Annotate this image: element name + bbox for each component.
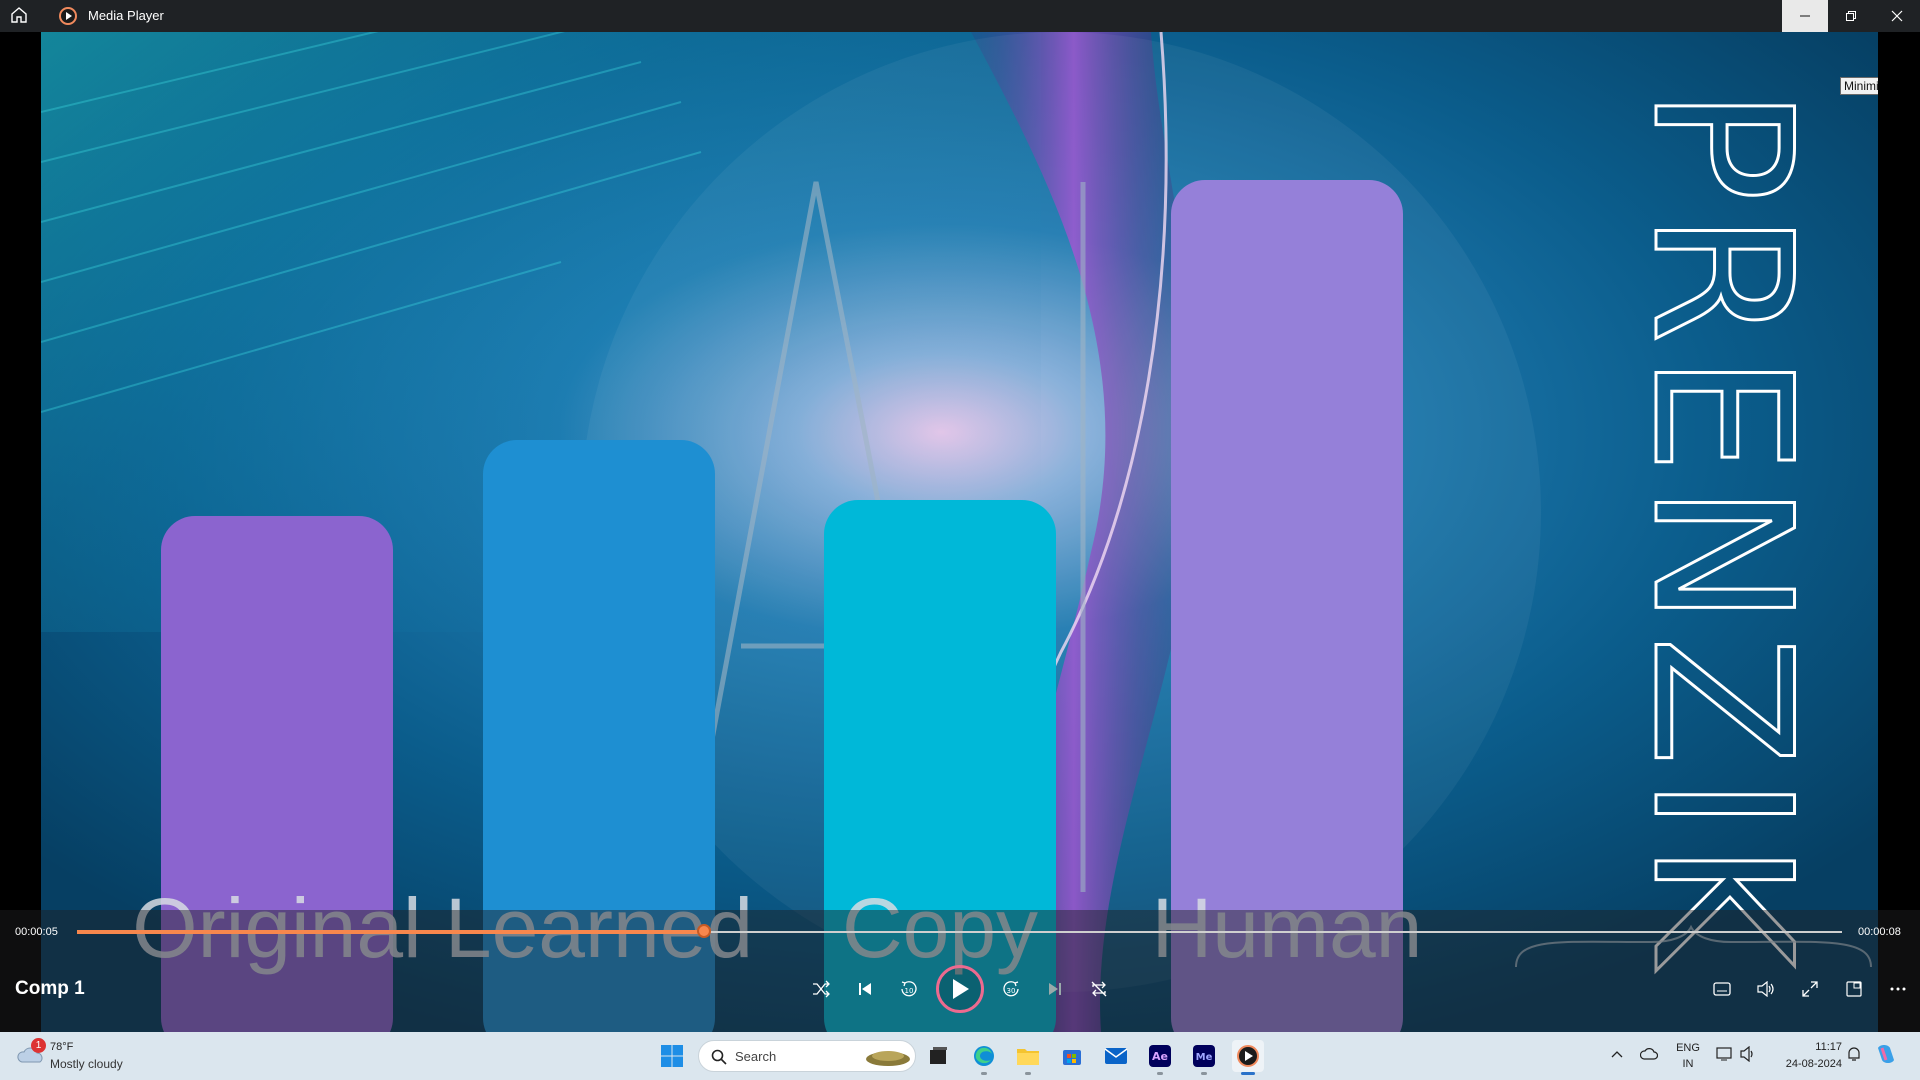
search-box[interactable]: Search [698, 1040, 916, 1072]
task-view-icon[interactable] [922, 1040, 954, 1072]
media-player-active-indicator [1241, 1072, 1255, 1075]
speaker-icon[interactable] [1740, 1046, 1758, 1062]
network-icon[interactable] [1716, 1046, 1734, 1062]
svg-text:10: 10 [905, 987, 914, 995]
captions-icon[interactable] [1706, 973, 1738, 1005]
svg-text:30: 30 [1007, 987, 1016, 995]
chevron-up-icon[interactable] [1610, 1048, 1624, 1062]
ae-running-indicator [1157, 1072, 1163, 1075]
seek-thumb[interactable] [697, 924, 711, 938]
minimize-tooltip: Minimize [1840, 77, 1878, 95]
volume-icon[interactable] [1750, 973, 1782, 1005]
search-highlight-icon [866, 1051, 910, 1066]
seek-progress [77, 930, 704, 934]
cloud-sync-icon[interactable] [1640, 1046, 1658, 1062]
edge-icon[interactable] [968, 1040, 1000, 1072]
svg-text:Ae: Ae [1152, 1050, 1168, 1063]
previous-icon[interactable] [849, 973, 881, 1005]
explorer-running-indicator [1025, 1072, 1031, 1075]
mini-player-icon[interactable] [1838, 973, 1870, 1005]
title-bar: Media Player [0, 0, 1920, 32]
search-label: Search [735, 1049, 777, 1064]
copilot-icon[interactable] [1874, 1042, 1898, 1066]
more-options-icon[interactable] [1882, 973, 1914, 1005]
restore-button[interactable] [1828, 0, 1874, 32]
window-title: Media Player [88, 8, 164, 23]
edge-running-indicator [981, 1072, 987, 1075]
play-button[interactable] [936, 965, 984, 1013]
language-bottom[interactable]: IN [1676, 1058, 1700, 1070]
shuffle-icon[interactable] [805, 973, 837, 1005]
search-icon [711, 1049, 727, 1065]
mail-icon[interactable] [1100, 1040, 1132, 1072]
svg-text:Me: Me [1196, 1052, 1213, 1063]
clock-time[interactable]: 11:17 [1772, 1041, 1842, 1053]
weather-description[interactable]: Mostly cloudy [50, 1057, 123, 1071]
forward-30-icon[interactable]: 30 [995, 973, 1027, 1005]
me-running-indicator [1201, 1072, 1207, 1075]
media-player-app-icon [58, 6, 78, 26]
windows-start-icon[interactable] [656, 1040, 688, 1072]
minimize-button[interactable] [1782, 0, 1828, 32]
next-icon[interactable] [1039, 973, 1071, 1005]
home-icon[interactable] [10, 6, 36, 26]
taskbar [0, 1032, 1920, 1080]
after-effects-icon[interactable]: Ae [1144, 1040, 1176, 1072]
clock-date[interactable]: 24-08-2024 [1772, 1058, 1842, 1070]
media-title: Comp 1 [15, 978, 85, 999]
brand-vertical-text: PRENZIK [1610, 86, 1834, 979]
file-explorer-icon[interactable] [1012, 1040, 1044, 1072]
video-frame[interactable]: OriginalLearnedCopyHuman PRENZIK Minimiz… [41, 32, 1878, 1032]
media-encoder-icon[interactable]: Me [1188, 1040, 1220, 1072]
media-player-icon[interactable] [1232, 1040, 1264, 1072]
fullscreen-icon[interactable] [1794, 973, 1826, 1005]
repeat-off-icon[interactable] [1083, 973, 1115, 1005]
svg-text:PRENZIK: PRENZIK [1611, 87, 1832, 977]
close-button[interactable] [1874, 0, 1920, 32]
store-icon[interactable] [1056, 1040, 1088, 1072]
weather-badge: 1 [31, 1038, 46, 1053]
rewind-10-icon[interactable]: 10 [893, 973, 925, 1005]
current-time: 00:00:05 [15, 926, 58, 938]
weather-temperature[interactable]: 78°F [50, 1041, 73, 1053]
notification-icon[interactable] [1846, 1046, 1862, 1062]
total-time: 00:00:08 [1858, 926, 1901, 938]
language-top[interactable]: ENG [1676, 1042, 1700, 1054]
